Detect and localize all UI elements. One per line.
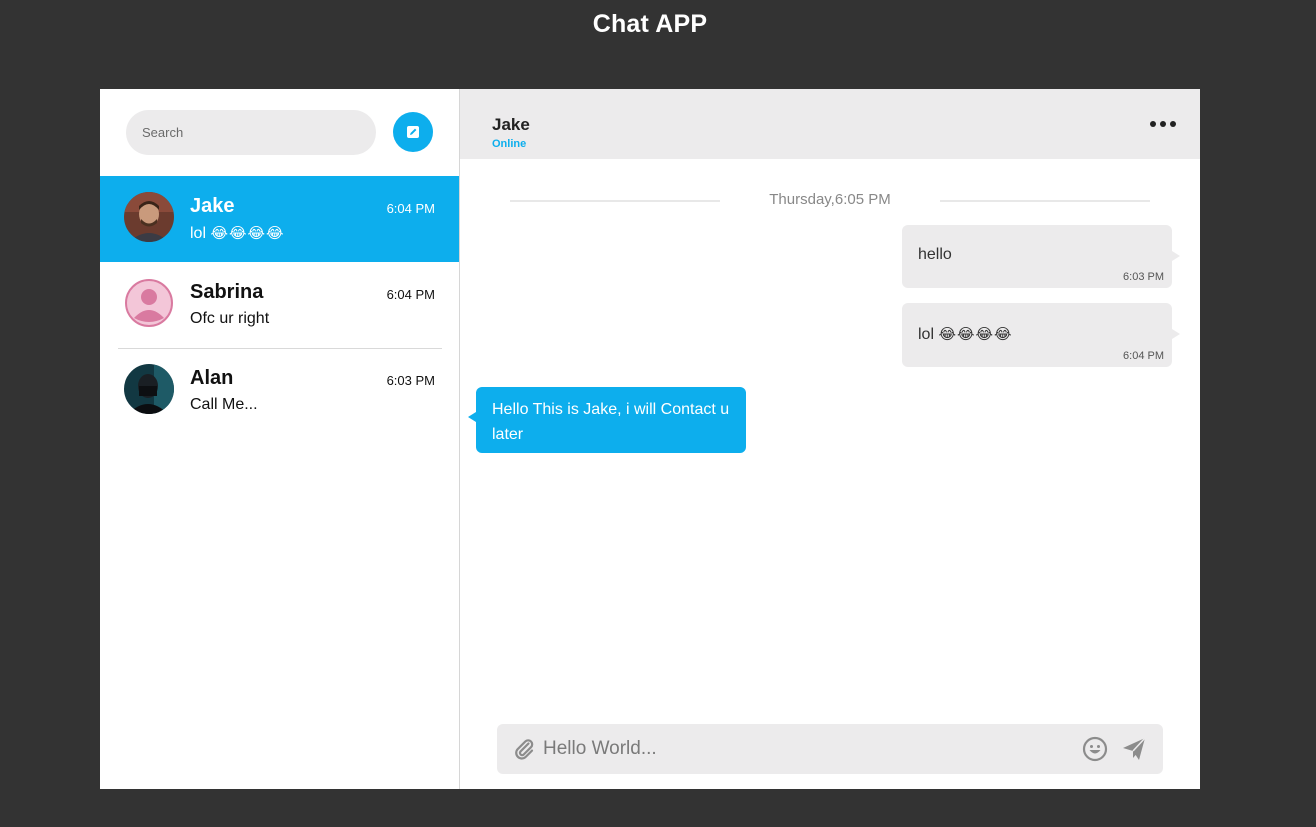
contact-time: 6:04 PM xyxy=(386,201,435,216)
status-badge: Online xyxy=(492,138,527,150)
sidebar: Jake 6:04 PM lol 😂😂😂😂 Sabrina 6:04 PM Of… xyxy=(100,89,460,789)
chat-contact-name: Jake xyxy=(492,115,530,134)
send-button[interactable] xyxy=(1121,736,1147,767)
message-outgoing: lol 😂😂😂😂 6:04 PM xyxy=(902,303,1180,367)
contact-preview: Call Me... xyxy=(190,396,258,413)
emoji-button[interactable] xyxy=(1082,736,1108,767)
dot xyxy=(1150,121,1156,127)
message-text: hello xyxy=(918,246,952,263)
attach-button[interactable] xyxy=(512,737,536,766)
separator-line xyxy=(940,200,1150,202)
edit-icon xyxy=(407,126,419,138)
avatar xyxy=(124,278,174,328)
message-time: 6:03 PM xyxy=(1123,271,1164,283)
avatar xyxy=(124,192,174,242)
dot xyxy=(1160,121,1166,127)
avatar xyxy=(124,364,174,414)
message-outgoing: hello 6:03 PM xyxy=(902,225,1180,288)
message-input[interactable] xyxy=(543,732,1063,766)
search-input[interactable] xyxy=(126,110,376,155)
preview-emoji: 😂😂😂😂 xyxy=(210,225,285,242)
compose-button[interactable] xyxy=(393,112,433,152)
contact-preview: Ofc ur right xyxy=(190,310,270,327)
message-text: Hello This is Jake, i will Contact u lat… xyxy=(492,401,730,443)
chat-window: Jake 6:04 PM lol 😂😂😂😂 Sabrina 6:04 PM Of… xyxy=(100,89,1200,789)
contact-name: Alan xyxy=(190,367,234,389)
date-separator: Thursday,6:05 PM xyxy=(510,189,1150,213)
preview-text: lol xyxy=(190,225,207,242)
contact-preview: lol 😂😂😂😂 xyxy=(190,224,285,243)
contact-name: Jake xyxy=(190,195,235,217)
message-text: lol 😂😂😂😂 xyxy=(918,325,1013,344)
message-incoming: Hello This is Jake, i will Contact u lat… xyxy=(468,387,746,453)
more-icon[interactable] xyxy=(1150,117,1176,131)
app-title: Chat APP xyxy=(592,10,708,38)
dot xyxy=(1170,121,1176,127)
contact-item-sabrina[interactable]: Sabrina 6:04 PM Ofc ur right xyxy=(100,262,459,348)
smiley-icon xyxy=(1082,736,1108,762)
message-composer xyxy=(497,724,1163,774)
message-emoji: 😂😂😂😂 xyxy=(938,326,1013,343)
chat-header: Jake Online xyxy=(460,89,1200,159)
send-icon xyxy=(1123,737,1146,760)
contact-item-jake[interactable]: Jake 6:04 PM lol 😂😂😂😂 xyxy=(100,176,459,262)
contact-item-alan[interactable]: Alan 6:03 PM Call Me... xyxy=(100,348,459,434)
paperclip-icon xyxy=(515,739,534,760)
message-time: 6:04 PM xyxy=(1123,350,1164,362)
search-row xyxy=(100,89,459,176)
chat-pane: Jake Online Thursday,6:05 PM hello 6:03 … xyxy=(460,89,1200,789)
contact-time: 6:03 PM xyxy=(386,373,435,388)
contact-name: Sabrina xyxy=(190,281,264,303)
message-text-body: lol xyxy=(918,326,935,343)
contact-time: 6:04 PM xyxy=(386,287,435,302)
